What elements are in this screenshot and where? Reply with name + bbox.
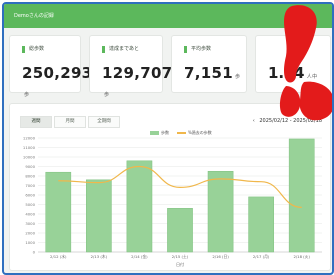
x-tick-label: 2/18 (火) <box>293 254 310 259</box>
x-axis-title: 日付 <box>176 261 184 267</box>
x-tick-label: 2/12 (水) <box>50 254 67 259</box>
stat-value: 129,707歩 <box>102 64 173 98</box>
y-tick-label: 11000 <box>23 145 36 150</box>
y-tick-label: 10000 <box>23 155 36 160</box>
page-title: Demoさんの記録 <box>14 13 54 19</box>
bar <box>207 171 234 253</box>
stat-card-total: 総歩数 250,293歩 <box>10 36 92 98</box>
bar <box>248 196 274 253</box>
y-tick-label: 3000 <box>25 221 35 226</box>
y-tick-label: 12000 <box>23 136 36 141</box>
chart-panel: 週間 月間 全期間 ‹ 2025/02/12 - 2025/02/18 歩数 %… <box>10 104 330 270</box>
y-tick-label: 2000 <box>25 231 35 236</box>
y-tick-label: 0 <box>33 250 36 255</box>
y-tick-label: 7000 <box>25 183 35 188</box>
stat-value: 7,151 歩 <box>184 64 241 82</box>
bar <box>45 171 72 253</box>
y-tick-label: 6000 <box>25 193 35 198</box>
chevron-left-icon[interactable]: ‹ <box>253 118 255 124</box>
bar <box>86 179 112 253</box>
app-window: Demoさんの記録 総歩数 250,293歩 達成まであと 129,707歩 平… <box>2 2 334 275</box>
stat-label: 達成まであと <box>102 46 139 53</box>
tab-monthly[interactable]: 月間 <box>54 116 86 128</box>
stat-card-remaining: 達成まであと 129,707歩 <box>90 36 172 98</box>
bar <box>126 160 153 253</box>
x-tick-label: 2/17 (月) <box>253 254 270 259</box>
stat-value: 250,293歩 <box>22 64 93 98</box>
stat-label: 総歩数 <box>22 46 44 53</box>
tab-all[interactable]: 全期間 <box>88 116 120 128</box>
tab-weekly[interactable]: 週間 <box>20 116 52 128</box>
x-tick-label: 2/15 (土) <box>172 254 189 259</box>
red-figure-sticker <box>279 5 332 121</box>
steps-chart: 0 1000 2000 3000 4000 5000 6000 7000 8000 9000 100… <box>23 136 322 267</box>
y-tick-label: 8000 <box>25 174 35 179</box>
stat-card-average: 平均歩数 7,151 歩 <box>172 36 246 92</box>
y-tick-label: 5000 <box>25 202 35 207</box>
y-tick-label: 1000 <box>25 240 35 245</box>
bar <box>167 208 193 253</box>
bar <box>288 138 315 253</box>
x-tick-label: 2/14 (金) <box>131 254 148 259</box>
y-tick-label: 4000 <box>25 212 35 217</box>
x-tick-label: 2/16 (日) <box>212 254 229 259</box>
y-tick-label: 9000 <box>25 164 35 169</box>
period-tabs: 週間 月間 全期間 <box>20 116 120 128</box>
stat-label: 平均歩数 <box>184 46 211 53</box>
x-tick-label: 2/13 (木) <box>91 254 108 259</box>
